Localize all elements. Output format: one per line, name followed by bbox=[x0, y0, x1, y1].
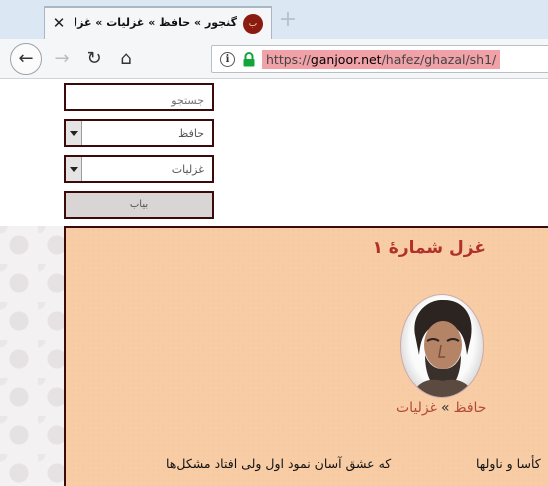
breadcrumb-section-link[interactable]: غزلیات bbox=[396, 400, 437, 416]
url-scheme: https:// bbox=[266, 52, 311, 67]
tab-strip: ب گنجور » حافظ » غزلیات » غزل شمارهٔ ۱ ✕… bbox=[0, 0, 548, 39]
breadcrumb-separator: » bbox=[440, 400, 450, 416]
url-path: /hafez/ghazal/sh1/ bbox=[381, 52, 497, 67]
tab-title: گنجور » حافظ » غزلیات » غزل شمارهٔ ۱ bbox=[75, 16, 237, 29]
section-select[interactable]: غزلیات bbox=[64, 155, 214, 183]
address-bar[interactable]: i https://ganjoor.net/hafez/ghazal/sh1/ bbox=[211, 45, 548, 73]
breadcrumb: حافظ»غزلیات bbox=[396, 400, 486, 416]
new-tab-icon[interactable]: + bbox=[278, 9, 298, 31]
poem-title[interactable]: غزل شمارهٔ ۱ bbox=[373, 238, 487, 258]
navigation-bar: ← → ↻ ⌂ i https://ganjoor.net/hafez/ghaz… bbox=[0, 39, 548, 79]
verse-line: که عشق آسان نمود اول ولی افتاد مشکل‌ها bbox=[166, 456, 392, 471]
breadcrumb-poet-link[interactable]: حافظ bbox=[454, 400, 487, 416]
portrait-drawing bbox=[411, 299, 475, 397]
section-select-value: غزلیات bbox=[171, 163, 204, 176]
browser-tab[interactable]: ب گنجور » حافظ » غزلیات » غزل شمارهٔ ۱ ✕ bbox=[44, 6, 272, 39]
dropdown-arrow-icon[interactable] bbox=[66, 157, 82, 181]
reload-button[interactable]: ↻ bbox=[80, 45, 108, 73]
background-pattern bbox=[0, 226, 64, 486]
back-button[interactable]: ← bbox=[10, 43, 42, 75]
page-content: حافظ غزلیات بیاب غزل شمارهٔ ۱ حافظ»غزلیا… bbox=[0, 80, 548, 486]
url-host: ganjoor.net bbox=[310, 52, 382, 67]
forward-button[interactable]: → bbox=[48, 45, 76, 73]
hafez-portrait[interactable] bbox=[400, 294, 484, 398]
url-text[interactable]: https://ganjoor.net/hafez/ghazal/sh1/ bbox=[262, 50, 501, 69]
search-input[interactable] bbox=[64, 83, 214, 111]
site-info-icon[interactable]: i bbox=[220, 52, 235, 67]
poem-panel: غزل شمارهٔ ۱ حافظ»غزلیات که عشق آسان نمو… bbox=[64, 226, 548, 486]
poet-select-value: حافظ bbox=[178, 127, 204, 140]
find-button[interactable]: بیاب bbox=[64, 191, 214, 219]
verse-line: کأسا و ناولها bbox=[476, 456, 541, 471]
poet-select[interactable]: حافظ bbox=[64, 119, 214, 147]
close-tab-icon[interactable]: ✕ bbox=[49, 13, 69, 33]
ganjoor-favicon-icon: ب bbox=[243, 14, 263, 34]
lock-icon bbox=[243, 52, 255, 67]
home-button[interactable]: ⌂ bbox=[112, 45, 140, 73]
dropdown-arrow-icon[interactable] bbox=[66, 121, 82, 145]
